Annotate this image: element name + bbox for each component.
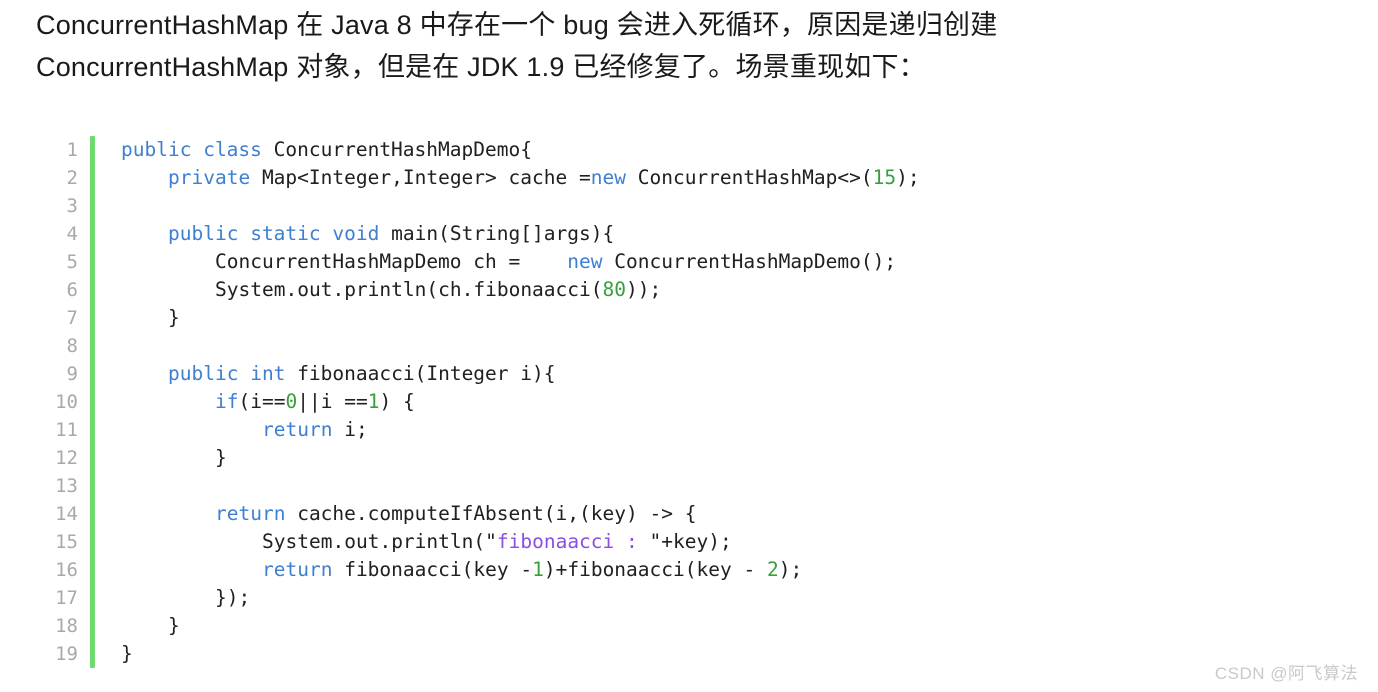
code-block: 1 2 3 4 5 6 7 8 9 10 11 12 13 14 15 16 17 18 19 public cla… — [36, 136, 1336, 668]
code-line: public int fibonaacci(Integer i){ — [168, 362, 556, 385]
line-number: 15 — [55, 531, 78, 553]
code-line: } — [168, 306, 180, 329]
line-number: 10 — [55, 391, 78, 413]
line-number: 7 — [66, 307, 78, 329]
code-line: return fibonaacci(key -1)+fibonaacci(key… — [262, 558, 803, 581]
line-number: 9 — [66, 363, 78, 385]
line-number: 6 — [66, 279, 78, 301]
code-line: }); — [215, 586, 251, 609]
code-line: public static void main(String[]args){ — [168, 222, 615, 245]
line-number: 1 — [66, 139, 78, 161]
code-content: public class ConcurrentHashMapDemo{ priv… — [95, 136, 1336, 668]
code-line: if(i==0||i ==1) { — [215, 390, 415, 413]
code-line: return i; — [262, 418, 368, 441]
code-line: System.out.println("fibonaacci : "+key); — [262, 530, 732, 553]
code-line: ConcurrentHashMapDemo ch = new Concurren… — [215, 250, 897, 273]
line-number: 18 — [55, 615, 78, 637]
code-line: System.out.println(ch.fibonaacci(80)); — [215, 278, 662, 301]
csdn-watermark: CSDN @阿飞算法 — [1214, 664, 1358, 683]
line-number: 17 — [55, 587, 78, 609]
line-number: 3 — [66, 195, 78, 217]
code-line: public class ConcurrentHashMapDemo{ — [121, 138, 532, 161]
code-line: return cache.computeIfAbsent(i,(key) -> … — [215, 502, 697, 525]
article-intro-paragraph: ConcurrentHashMap 在 Java 8 中存在一个 bug 会进入… — [36, 10, 1006, 82]
line-number: 12 — [55, 447, 78, 469]
code-line-number-gutter: 1 2 3 4 5 6 7 8 9 10 11 12 13 14 15 16 17 18 19 — [36, 136, 90, 668]
line-number: 11 — [55, 419, 78, 441]
line-number: 13 — [55, 475, 78, 497]
line-number: 16 — [55, 559, 78, 581]
code-line: private Map<Integer,Integer> cache =new … — [168, 166, 920, 189]
line-number: 8 — [66, 335, 78, 357]
line-number: 4 — [66, 223, 78, 245]
line-number: 14 — [55, 503, 78, 525]
code-line: } — [168, 614, 180, 637]
line-number: 2 — [66, 167, 78, 189]
line-number: 19 — [55, 643, 78, 665]
code-line: } — [121, 642, 133, 665]
line-number: 5 — [66, 251, 78, 273]
code-line: } — [215, 446, 227, 469]
